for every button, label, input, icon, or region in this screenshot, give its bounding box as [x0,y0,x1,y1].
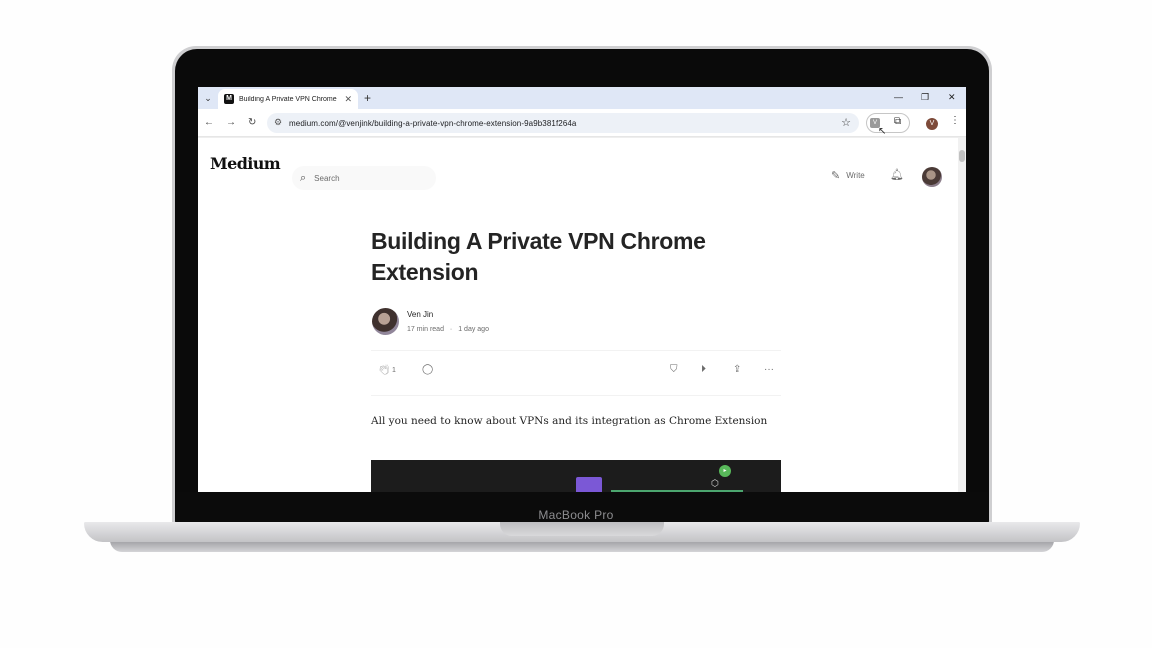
share-icon[interactable]: ⇪ [733,364,741,375]
author-name[interactable]: Ven Jin [407,310,433,319]
hero-image: ⬡ ▸ [371,460,781,492]
ellipsis-icon[interactable]: ··· [764,364,774,375]
cube-icon: ⬡ [711,478,719,488]
back-icon[interactable]: ← [204,117,214,128]
minimize-icon[interactable]: — [894,92,903,102]
hero-purple-box [576,477,602,492]
clap-icon[interactable]: 👏︎ [378,365,391,376]
article-meta: 17 min read · 1 day ago [407,326,489,333]
medium-page: Medium ⌕ Search ✎ Write 🔔︎ Building A Pr… [198,137,966,492]
address-bar[interactable]: ⚙ medium.com/@venjink/building-a-private… [267,113,859,133]
stage: ⌄ M Building A Private VPN Chrome ✕ + — … [0,0,1152,648]
play-dot-icon: ▸ [719,465,731,477]
user-avatar[interactable] [922,167,942,187]
forward-icon[interactable]: → [226,117,236,128]
bell-icon[interactable]: 🔔︎ [890,168,904,181]
restore-icon[interactable]: ❐ [921,92,929,103]
play-icon[interactable]: ⏵ [701,364,706,375]
browser-tab[interactable]: M Building A Private VPN Chrome ✕ [218,89,358,109]
url-text: medium.com/@venjink/building-a-private-v… [289,118,577,128]
comment-icon[interactable]: ◯ [422,364,433,375]
page-scrollbar[interactable] [958,138,966,492]
search-placeholder: Search [314,173,340,183]
write-label: Write [846,171,865,180]
close-icon[interactable]: ✕ [344,94,352,105]
scroll-thumb[interactable] [959,150,965,162]
write-button[interactable]: ✎ Write [831,169,865,182]
more-icon[interactable]: ⋮ [950,115,960,126]
posted-date: 1 day ago [458,326,489,333]
clap-count: 1 [392,367,396,374]
reload-icon[interactable]: ↻ [248,117,256,128]
write-icon: ✎ [831,170,841,182]
laptop-notch [500,522,664,536]
browser-toolbar: ← → ↻ ⚙ medium.com/@venjink/building-a-p… [198,109,966,137]
bookmark-icon[interactable]: ⛉ [670,364,678,375]
plus-icon[interactable]: + [364,91,371,105]
author-avatar[interactable] [372,308,399,335]
medium-favicon-icon: M [224,94,234,104]
puzzle-icon[interactable]: ⧉ [894,116,901,127]
site-settings-icon[interactable]: ⚙ [274,117,282,128]
tab-title: Building A Private VPN Chrome [239,95,337,103]
star-icon[interactable]: ☆ [841,116,851,129]
search-icon: ⌕ [300,171,307,184]
read-time: 17 min read [407,326,444,333]
article-title: Building A Private VPN Chrome Extension [371,228,706,285]
tab-list-icon[interactable]: ⌄ [201,92,215,105]
browser-tab-bar: ⌄ M Building A Private VPN Chrome ✕ + — … [198,87,966,109]
cursor-icon: ↖ [878,126,887,137]
profile-avatar[interactable]: V [926,118,938,130]
window-close-icon[interactable]: ✕ [948,92,956,103]
search-input[interactable]: ⌕ Search [292,166,436,190]
laptop-screen: ⌄ M Building A Private VPN Chrome ✕ + — … [198,87,966,492]
brand-label: MacBook Pro [538,508,614,522]
medium-logo[interactable]: Medium [210,154,281,173]
article-subtitle: All you need to know about VPNs and its … [371,415,768,427]
meta-separator: · [449,326,453,333]
